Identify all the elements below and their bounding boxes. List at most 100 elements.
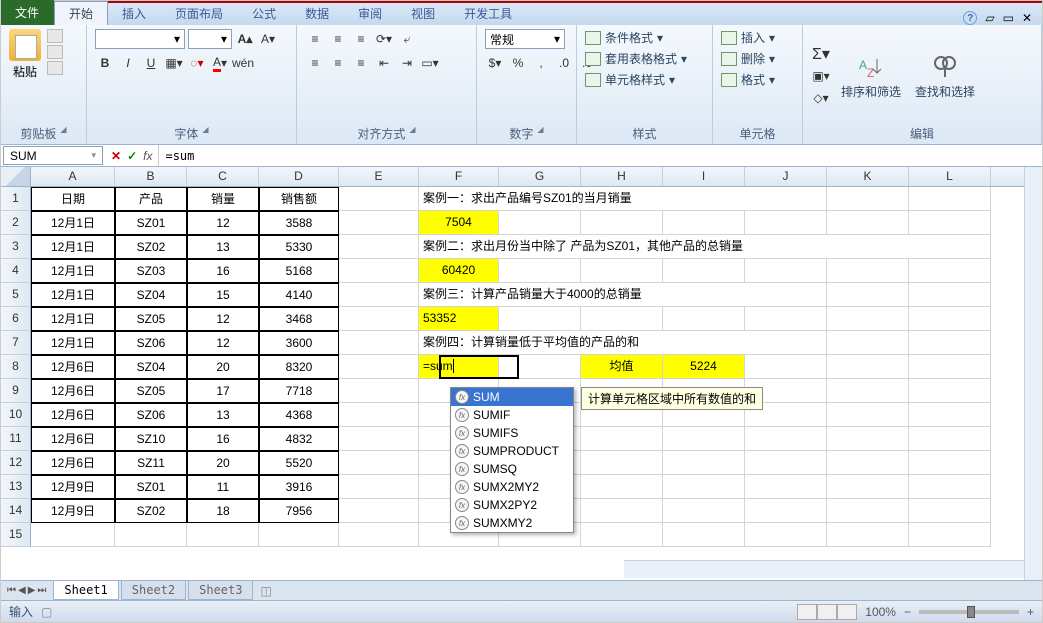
align-left-icon[interactable]: ≡ (305, 53, 325, 73)
increase-decimal-icon[interactable]: .0 (554, 53, 574, 73)
align-center-icon[interactable]: ≡ (328, 53, 348, 73)
minimize-ribbon-icon[interactable]: ▱ (985, 11, 994, 25)
col-header[interactable]: A (31, 167, 115, 186)
cell[interactable] (663, 475, 745, 499)
macro-record-icon[interactable]: ▢ (41, 605, 52, 619)
cell[interactable]: 11 (187, 475, 259, 499)
cell[interactable] (745, 307, 827, 331)
cell[interactable]: SZ11 (115, 451, 187, 475)
autosum-icon[interactable]: Σ▾ (811, 44, 831, 64)
insert-cells-button[interactable]: 插入▾ (721, 29, 775, 46)
cell[interactable] (745, 355, 827, 379)
cell[interactable] (581, 499, 663, 523)
cell[interactable] (499, 355, 581, 379)
cell[interactable]: 3588 (259, 211, 339, 235)
cell[interactable]: 12月1日 (31, 331, 115, 355)
cell[interactable]: 12月1日 (31, 259, 115, 283)
cell[interactable]: 15 (187, 283, 259, 307)
row-header[interactable]: 1 (1, 187, 31, 211)
cell[interactable] (339, 307, 419, 331)
cell[interactable] (827, 403, 909, 427)
number-format-select[interactable]: 常规▾ (485, 29, 565, 49)
cell[interactable]: 12月6日 (31, 355, 115, 379)
cell[interactable] (581, 451, 663, 475)
row-header[interactable]: 3 (1, 235, 31, 259)
formula-autocomplete[interactable]: fxSUMfxSUMIFfxSUMIFSfxSUMPRODUCTfxSUMSQf… (450, 387, 574, 533)
cell[interactable] (909, 187, 991, 211)
cell[interactable]: 12月6日 (31, 379, 115, 403)
cell[interactable] (745, 259, 827, 283)
format-cells-button[interactable]: 格式▾ (721, 71, 775, 88)
cell[interactable]: 4140 (259, 283, 339, 307)
cell[interactable] (909, 331, 991, 355)
sheet-nav-first-icon[interactable]: ⏮ (7, 585, 16, 596)
cell[interactable] (663, 427, 745, 451)
cell[interactable]: 产品 (115, 187, 187, 211)
autocomplete-item[interactable]: fxSUMXMY2 (451, 514, 573, 532)
close-icon[interactable]: ✕ (1022, 11, 1032, 25)
cell[interactable]: 12月1日 (31, 283, 115, 307)
sheet-tab[interactable]: Sheet3 (188, 581, 253, 600)
row-header[interactable]: 11 (1, 427, 31, 451)
cell[interactable]: 5224 (663, 355, 745, 379)
cell[interactable]: 5330 (259, 235, 339, 259)
cell[interactable] (663, 451, 745, 475)
autocomplete-item[interactable]: fxSUMSQ (451, 460, 573, 478)
cell[interactable] (31, 523, 115, 547)
cell[interactable] (187, 523, 259, 547)
cell[interactable] (745, 475, 827, 499)
cell[interactable]: 12 (187, 307, 259, 331)
currency-icon[interactable]: $▾ (485, 53, 505, 73)
fx-icon[interactable]: fx (143, 149, 152, 163)
decrease-font-icon[interactable]: A▾ (258, 29, 278, 49)
cancel-formula-icon[interactable]: ✕ (111, 149, 121, 163)
cell[interactable] (827, 283, 909, 307)
cell[interactable]: SZ03 (115, 259, 187, 283)
cell[interactable] (499, 259, 581, 283)
fill-color-icon[interactable]: ◌▾ (187, 53, 207, 73)
align-middle-icon[interactable]: ≡ (328, 29, 348, 49)
autocomplete-item[interactable]: fxSUMIFS (451, 424, 573, 442)
autocomplete-item[interactable]: fxSUMX2MY2 (451, 478, 573, 496)
font-color-icon[interactable]: A▾ (210, 53, 230, 73)
cell[interactable]: 案例一：求出产品编号SZ01的当月销量 (419, 187, 827, 211)
view-layout-icon[interactable] (817, 604, 837, 620)
cell[interactable] (909, 355, 991, 379)
cell[interactable]: SZ06 (115, 331, 187, 355)
cell[interactable]: 12月1日 (31, 235, 115, 259)
wrap-text-icon[interactable]: ⤶ (397, 29, 417, 49)
font-family-select[interactable]: ▾ (95, 29, 185, 49)
cell[interactable] (827, 451, 909, 475)
cell[interactable] (827, 259, 909, 283)
cell[interactable]: SZ04 (115, 355, 187, 379)
bold-icon[interactable]: B (95, 53, 115, 73)
scrollbar-vertical[interactable] (1024, 167, 1042, 580)
autocomplete-item[interactable]: fxSUMIF (451, 406, 573, 424)
cell[interactable] (663, 259, 745, 283)
tab-dev[interactable]: 开发工具 (450, 2, 527, 25)
cell[interactable]: 销量 (187, 187, 259, 211)
comma-icon[interactable]: , (531, 53, 551, 73)
cell[interactable]: 5168 (259, 259, 339, 283)
cell[interactable]: 日期 (31, 187, 115, 211)
cell[interactable] (909, 523, 991, 547)
cell[interactable] (581, 259, 663, 283)
cell[interactable] (909, 451, 991, 475)
cell[interactable] (339, 211, 419, 235)
cell[interactable]: 16 (187, 259, 259, 283)
tab-data[interactable]: 数据 (291, 2, 344, 25)
row-header[interactable]: 5 (1, 283, 31, 307)
cell[interactable]: SZ04 (115, 283, 187, 307)
cell[interactable]: 12月6日 (31, 403, 115, 427)
cut-icon[interactable] (47, 29, 63, 43)
cell[interactable] (339, 523, 419, 547)
name-box[interactable]: SUM▾ (3, 146, 103, 165)
cell[interactable]: =sum (419, 355, 499, 379)
cell[interactable]: SZ01 (115, 211, 187, 235)
tab-review[interactable]: 审阅 (344, 2, 397, 25)
cell[interactable] (339, 283, 419, 307)
sheet-nav-last-icon[interactable]: ⏭ (37, 585, 46, 596)
sheet-grid[interactable]: A B C D E F G H I J K L 1日期产品销量销售额案例一：求出… (1, 167, 1042, 583)
paste-button[interactable]: 粘贴 (9, 29, 41, 80)
cell[interactable] (827, 475, 909, 499)
